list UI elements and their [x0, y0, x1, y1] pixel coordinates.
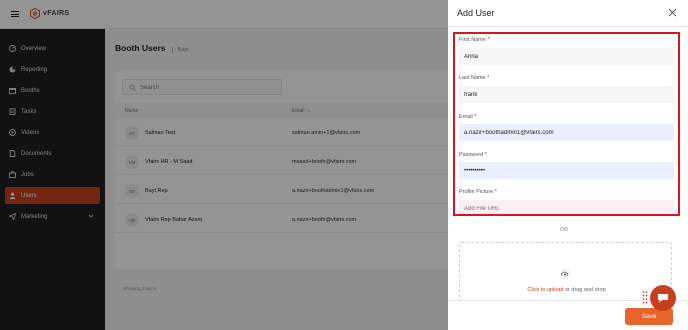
first-name-label: First Name *	[459, 37, 490, 43]
profile-picture-url-input[interactable]	[459, 200, 674, 214]
last-name-label: Last Name *	[459, 75, 490, 81]
file-dropzone[interactable]: Click to upload or drag and drop	[459, 242, 672, 304]
click-to-upload-link[interactable]: Click to upload	[527, 287, 563, 293]
or-divider: OR	[559, 227, 569, 233]
drawer-header: Add User	[448, 0, 688, 27]
modal-backdrop[interactable]	[0, 0, 448, 330]
drag-handle-icon[interactable]	[642, 290, 648, 304]
drawer-title: Add User	[457, 8, 495, 18]
upload-cloud-icon	[559, 268, 571, 280]
password-label: Password *	[459, 152, 487, 158]
close-icon[interactable]	[668, 8, 677, 17]
chat-icon	[658, 294, 668, 303]
chat-widget-button[interactable]	[650, 285, 676, 311]
add-user-drawer: Add User First Name * Last Name * Email …	[448, 0, 688, 330]
form-fields-highlight: First Name * Last Name * Email * Passwor…	[453, 32, 680, 216]
last-name-input[interactable]	[459, 86, 674, 103]
email-label: Email *	[459, 114, 477, 120]
profile-picture-label: Profile Picture *	[459, 189, 497, 195]
password-field[interactable]	[459, 162, 674, 179]
first-name-input[interactable]	[459, 48, 674, 65]
email-field[interactable]	[459, 124, 674, 141]
